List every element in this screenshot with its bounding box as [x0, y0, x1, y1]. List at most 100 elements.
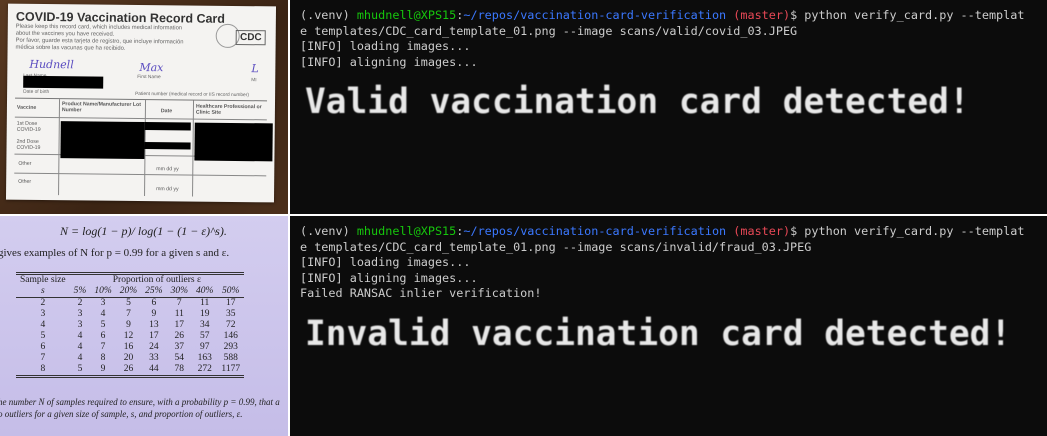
table-cell: 9	[126, 320, 131, 330]
table-cell: 272	[197, 364, 212, 374]
terminal-invalid: (.venv) mhudnell@XPS15:~/repos/vaccinati…	[290, 216, 1047, 436]
table-cell: 7	[176, 298, 182, 308]
table-cell: 3	[77, 309, 83, 319]
table-cell: 17	[149, 331, 159, 341]
table-cell: 293	[223, 342, 238, 352]
column-header: s	[16, 286, 70, 298]
table-cell: 6	[151, 298, 157, 308]
command-continuation: e templates/CDC_card_template_01.png --i…	[300, 23, 798, 38]
table-cell: 11	[200, 298, 210, 308]
table-cell: 26	[174, 331, 185, 341]
log-aligning: [INFO] aligning images...	[300, 54, 478, 69]
first-name-label: First Name	[137, 74, 161, 81]
vaccination-card-photo: COVID-19 Vaccination Record Card Please …	[0, 0, 288, 214]
ransac-table-photo: N = log(1 − p)/ log(1 − (1 − ε)^s). give…	[0, 216, 288, 436]
table-cell: 1177	[221, 364, 241, 374]
redaction	[60, 121, 145, 160]
valid-result-banner: Valid vaccination card detected!	[305, 82, 970, 123]
table-cell: 5	[77, 364, 83, 374]
prompt-branch: (master)	[726, 224, 791, 238]
col-site: Healthcare Professional or Clinic Site	[195, 103, 262, 116]
last-name-value: Hudnell	[29, 57, 74, 72]
table-cell: 9	[100, 364, 106, 374]
table-row: 7 4 8 20 33 54 163 588	[16, 353, 244, 364]
table-cell: 26	[123, 364, 134, 374]
prompt-user: mhudnell@XPS15	[356, 224, 457, 238]
date-hint: mm dd yy	[156, 186, 179, 193]
first-name-value: Max	[139, 60, 164, 75]
table-caption: he number N of samples required to ensur…	[0, 396, 280, 420]
row-other-1: Other	[18, 160, 32, 167]
table-row: 2 2 3 5 6 7 11 17	[16, 298, 244, 310]
col-vaccine: Vaccine	[16, 104, 37, 111]
table-cell: 78	[174, 364, 185, 374]
table-cell: 20	[123, 353, 134, 363]
card-subtitle-es: Por favor, guarde esta tarjeta de regist…	[15, 37, 184, 52]
table-cell: 17	[226, 298, 236, 308]
command-line: $ python verify_card.py --templat	[790, 224, 1025, 238]
table-cell: 6	[100, 331, 106, 341]
table-row: 4 3 5 9 13 17 34 72	[16, 320, 244, 331]
prompt-branch: (master)	[726, 8, 791, 22]
redaction	[23, 75, 104, 89]
prompt-path: ~/repos/vaccination-card-verification	[463, 224, 727, 238]
table-cell: 9	[151, 309, 157, 319]
redaction	[144, 142, 191, 150]
table-cell: 3	[77, 320, 83, 330]
col-date: Date	[160, 108, 173, 115]
table-cell: 4	[77, 342, 83, 352]
table-cell: 12	[123, 331, 134, 341]
vaccination-card: COVID-19 Vaccination Record Card Please …	[5, 3, 277, 203]
row-other-2: Other	[18, 178, 32, 185]
ransac-formula: N = log(1 − p)/ log(1 − (1 − ε)^s).	[60, 224, 227, 238]
table-cell: 13	[149, 320, 159, 330]
log-loading: [INFO] loading images...	[300, 255, 471, 270]
row-dose1: 1st Dose COVID-19	[16, 120, 41, 133]
table-cell: 8	[40, 364, 46, 374]
redaction	[194, 122, 273, 162]
column-header: 10%	[90, 286, 116, 298]
terminal-valid: (.venv) mhudnell@XPS15:~/repos/vaccinati…	[290, 0, 1047, 214]
table-cell: 97	[199, 342, 210, 352]
table-cell: 44	[149, 364, 159, 374]
table-cell: 163	[197, 353, 212, 363]
log-ransac-failed: Failed RANSAC inlier verification!	[300, 286, 542, 301]
command-continuation: e templates/CDC_card_template_01.png --i…	[300, 239, 812, 254]
date-hint: mm dd yy	[156, 166, 179, 173]
table-cell: 6	[40, 342, 46, 352]
table-cell: 2	[40, 298, 46, 308]
table-cell: 72	[226, 320, 236, 330]
table-cell: 7	[126, 309, 131, 319]
venv-prefix: (.venv)	[300, 8, 357, 22]
col-product: Product Name/Manufacturer Lot Number	[61, 101, 141, 114]
mi-label: MI	[251, 78, 257, 84]
redaction	[144, 122, 191, 131]
table-cell: 19	[199, 309, 210, 319]
intro-text: gives examples of N for p = 0.99 for a g…	[0, 247, 230, 259]
table-cell: 24	[149, 342, 159, 352]
table-cell: 2	[77, 298, 83, 308]
column-header: 50%	[217, 286, 245, 298]
table-row: 5 4 6 12 17 26 57 146	[16, 331, 244, 342]
vaccine-table: Vaccine Product Name/Manufacturer Lot Nu…	[14, 97, 273, 197]
table-cell: 5	[126, 298, 131, 308]
column-header: 20%	[115, 286, 142, 298]
mi-value: L	[251, 62, 259, 76]
caption-line-1: he number N of samples required to ensur…	[0, 397, 280, 407]
table-cell: 54	[174, 353, 185, 363]
prompt-user: mhudnell@XPS15	[356, 8, 457, 22]
log-loading: [INFO] loading images...	[300, 39, 471, 54]
table-cell: 3	[100, 298, 106, 308]
table-cell: 7	[40, 353, 46, 363]
venv-prefix: (.venv)	[300, 224, 357, 238]
dob-label: Date of birth	[23, 89, 50, 96]
table-cell: 17	[174, 320, 185, 330]
ransac-table: Sample size Proportion of outliers ε s 5% 1…	[16, 272, 245, 378]
table-cell: 11	[174, 309, 184, 319]
prompt-path: ~/repos/vaccination-card-verification	[463, 8, 727, 22]
invalid-result-banner: Invalid vaccination card detected!	[305, 313, 1012, 354]
table-cell: 146	[223, 331, 238, 341]
table-cell: 4	[77, 331, 83, 341]
header-proportion: Proportion of outliers ε	[112, 275, 201, 285]
column-header: 25%	[141, 286, 167, 298]
